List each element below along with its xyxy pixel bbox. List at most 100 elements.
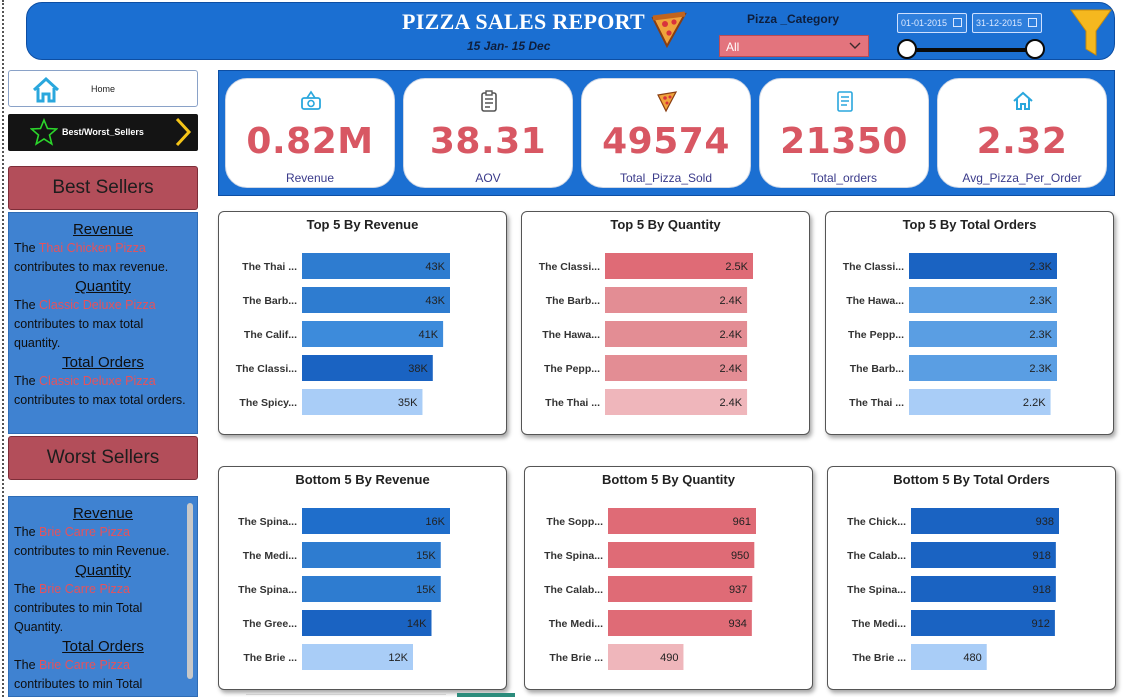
home-icon xyxy=(32,76,60,103)
star-icon xyxy=(30,118,58,146)
category-label: The Chick... xyxy=(847,516,906,528)
data-label: 41K xyxy=(419,329,439,341)
data-label: 14K xyxy=(407,618,427,630)
kpi-pizza-sold-value: 49574 xyxy=(602,121,730,162)
best-revenue-pre: The xyxy=(14,241,39,255)
chart-top5-quantity[interactable]: Top 5 By Quantity The Classi... 2.5K The B… xyxy=(521,211,810,435)
kpi-strip: 0.82M Revenue 38.31 AOV 49574 Total_Pizz… xyxy=(218,70,1115,196)
data-label: 950 xyxy=(731,550,749,562)
data-label: 480 xyxy=(963,652,981,664)
money-icon xyxy=(301,90,321,110)
filter-funnel-icon[interactable] xyxy=(1067,7,1115,59)
slider-start-handle[interactable] xyxy=(897,39,917,59)
best-orders-post: contributes to max total orders. xyxy=(14,393,186,407)
data-label: 2.2K xyxy=(1023,397,1046,409)
kpi-card-pizza-sold: 49574 Total_Pizza_Sold xyxy=(581,78,751,188)
category-label: The Pepp... xyxy=(848,329,904,341)
worst-sellers-heading: Worst Sellers xyxy=(8,436,198,480)
worst-orders-text: The Brie Carre Pizza contributes to min … xyxy=(9,656,197,694)
data-label: 43K xyxy=(425,261,445,273)
category-label: The Medi... xyxy=(243,550,297,562)
kpi-avg-pizza-label: Avg_Pizza_Per_Order xyxy=(962,171,1082,185)
category-label: The Classi... xyxy=(236,363,297,375)
left-edge-divider xyxy=(2,0,4,697)
start-date-value: 01-01-2015 xyxy=(901,18,948,28)
category-label: The Sopp... xyxy=(546,516,603,528)
worst-quantity-text: The Brie Carre Pizza contributes to min … xyxy=(9,580,197,637)
data-label: 43K xyxy=(425,295,445,307)
category-label: The Brie ... xyxy=(243,652,297,664)
data-label: 938 xyxy=(1036,516,1054,528)
nav-best-worst-label: Best/Worst_Sellers xyxy=(62,127,144,137)
category-label: The Calab... xyxy=(847,550,906,562)
clipboard-icon xyxy=(481,90,497,112)
best-orders-pizza: Classic Deluxe Pizza xyxy=(39,374,156,388)
best-revenue-pizza: Thai Chicken Pizza xyxy=(38,241,146,255)
chart-top5-revenue[interactable]: Top 5 By Revenue The Thai ... 43K The Barb… xyxy=(218,211,507,435)
page-tab-indicator[interactable] xyxy=(457,693,515,697)
kpi-aov-label: AOV xyxy=(475,171,501,185)
data-label: 15K xyxy=(416,584,436,596)
category-label: The Gree... xyxy=(243,618,297,630)
category-label: The Thai ... xyxy=(545,397,600,409)
chart-svg: The Thai ... 43K The Barb... 43K The Calif..… xyxy=(236,253,450,415)
footer-divider xyxy=(246,694,446,695)
data-label: 918 xyxy=(1032,550,1050,562)
best-revenue-title: Revenue xyxy=(72,221,134,238)
chevron-down-icon xyxy=(849,42,861,49)
best-revenue-post: contributes to max revenue. xyxy=(14,260,169,274)
category-label: The Calif... xyxy=(244,329,297,341)
category-label: The Spina... xyxy=(238,516,297,528)
data-label: 937 xyxy=(729,584,747,596)
category-label: The Barb... xyxy=(850,363,904,375)
category-label: The Pepp... xyxy=(544,363,600,375)
worst-orders-post: contributes to min Total xyxy=(14,677,143,691)
chart-svg: The Classi... 2.3K The Hawa... 2.3K The Pepp… xyxy=(843,253,1057,415)
category-label: The Hawa... xyxy=(542,329,600,341)
category-label: The Classi... xyxy=(843,261,904,273)
category-dropdown[interactable]: All xyxy=(719,35,869,57)
data-label: 912 xyxy=(1032,618,1050,630)
panel-scrollbar[interactable] xyxy=(187,503,193,679)
worst-orders-title: Total Orders xyxy=(62,638,144,655)
category-label: The Medi... xyxy=(852,618,906,630)
data-label: 2.3K xyxy=(1029,261,1052,273)
category-label: The Spina... xyxy=(238,584,297,596)
kpi-avg-pizza-value: 2.32 xyxy=(976,121,1068,162)
data-label: 2.3K xyxy=(1029,363,1052,375)
date-range-slider[interactable] xyxy=(907,48,1037,52)
kpi-card-total-orders: 21350 Total_orders xyxy=(759,78,929,188)
category-label: The Thai ... xyxy=(849,397,904,409)
end-date-value: 31-12-2015 xyxy=(976,18,1023,28)
slider-end-handle[interactable] xyxy=(1025,39,1045,59)
worst-orders-pizza: Brie Carre Pizza xyxy=(39,658,131,672)
kpi-revenue-value: 0.82M xyxy=(246,121,374,162)
best-quantity-pizza: Classic Deluxe Pizza xyxy=(39,298,156,312)
pizza-slice-icon xyxy=(651,11,687,49)
best-orders-title: Total Orders xyxy=(62,354,144,371)
kpi-revenue-label: Revenue xyxy=(285,171,335,185)
home-icon xyxy=(1013,91,1033,110)
chart-bottom5-quantity[interactable]: Bottom 5 By Quantity The Sopp... 961 The S… xyxy=(524,466,813,690)
calendar-icon xyxy=(953,18,962,27)
chart-top5-orders[interactable]: Top 5 By Total Orders The Classi... 2.3K T… xyxy=(825,211,1114,435)
end-date-input[interactable]: 31-12-2015 xyxy=(972,13,1042,33)
nav-best-worst-button[interactable]: Best/Worst_Sellers xyxy=(8,114,198,151)
chevron-right-icon xyxy=(175,117,192,147)
data-label: 12K xyxy=(388,652,408,664)
worst-sellers-panel[interactable]: Revenue The Brie Carre Pizza contributes… xyxy=(8,496,198,697)
data-label: 2.4K xyxy=(719,363,742,375)
nav-home-button[interactable]: Home xyxy=(8,70,198,107)
data-label: 490 xyxy=(660,652,678,664)
worst-revenue-post: contributes to min Revenue. xyxy=(14,544,170,558)
category-label: The Classi... xyxy=(539,261,600,273)
chart-bottom5-orders[interactable]: Bottom 5 By Total Orders The Chick... 938… xyxy=(827,466,1116,690)
order-list-icon xyxy=(837,91,853,112)
pizza-slice-icon xyxy=(657,91,678,113)
kpi-total-orders-label: Total_orders xyxy=(810,171,878,185)
chart-bottom5-revenue[interactable]: Bottom 5 By Revenue The Spina... 16K The M… xyxy=(218,466,507,690)
kpi-card-revenue: 0.82M Revenue xyxy=(225,78,395,188)
start-date-input[interactable]: 01-01-2015 xyxy=(897,13,967,33)
best-orders-pre: The xyxy=(14,374,40,388)
worst-quantity-pre: The xyxy=(14,582,40,596)
